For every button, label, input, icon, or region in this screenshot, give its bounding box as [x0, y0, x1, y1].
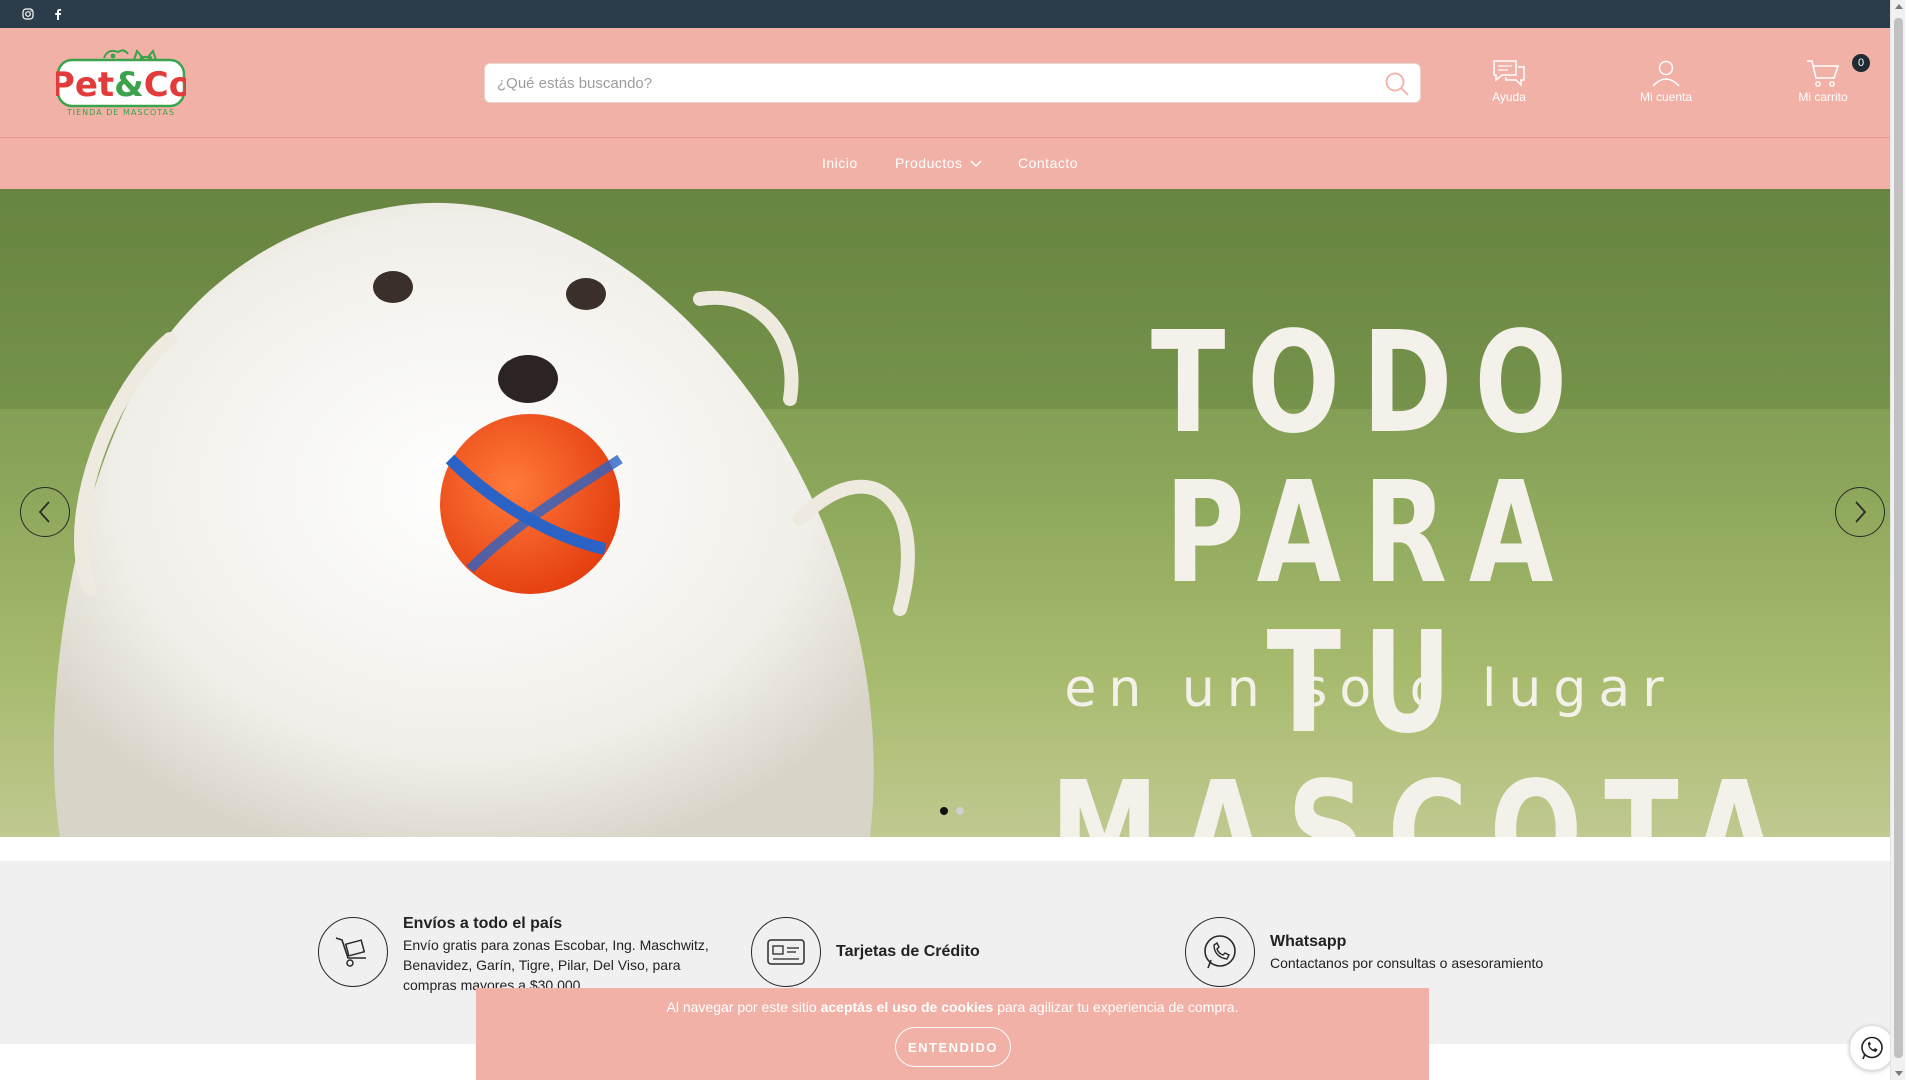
scroll-up-icon[interactable] [1895, 4, 1903, 9]
hero-headline: TODO PARA TU MASCOTA [1050, 302, 1799, 838]
search-icon[interactable] [1384, 71, 1410, 97]
user-icon [1652, 60, 1680, 87]
hero-headline-line2: TU MASCOTA [1050, 602, 1799, 838]
facebook-icon[interactable] [50, 6, 66, 22]
instagram-icon[interactable] [20, 6, 36, 22]
slider-next-button[interactable] [1835, 487, 1885, 537]
logo-tagline: TIENDA DE MASCOTAS [66, 108, 175, 117]
page-scrollbar[interactable] [1890, 0, 1905, 1080]
cart-count-badge: 0 [1852, 54, 1870, 72]
main-nav: Inicio Productos Contacto [0, 138, 1905, 189]
feature-desc: Contactanos por consultas o asesoramient… [1270, 955, 1544, 971]
feature-title: Whatsapp [1270, 933, 1347, 950]
search-box [484, 63, 1421, 103]
hero-slider: TODO PARA TU MASCOTA en un solo lugar [0, 189, 1905, 837]
cookie-text: Al navegar por este sitio aceptás el uso… [476, 999, 1429, 1015]
help-link[interactable]: Ayuda [1459, 58, 1559, 113]
hero-headline-line1: TODO PARA [1150, 302, 1590, 615]
account-link[interactable]: Mi cuenta [1616, 58, 1716, 113]
chevron-right-icon [1855, 501, 1867, 523]
chevron-down-icon [970, 160, 982, 168]
feature-desc: Envío gratis para zonas Escobar, Ing. Ma… [403, 937, 709, 993]
cookie-accept-button[interactable]: ENTENDIDO [895, 1027, 1011, 1067]
whatsapp-float-button[interactable] [1849, 1025, 1895, 1071]
whatsapp-icon [1185, 917, 1255, 987]
nav-item-productos-label: Productos [895, 155, 963, 171]
slider-dot[interactable] [940, 807, 948, 815]
hero-subtitle: en un solo lugar [1064, 659, 1676, 719]
cookie-text-before: Al navegar por este sitio [666, 999, 821, 1015]
whatsapp-icon [1861, 1036, 1883, 1060]
cart-delivery-icon [318, 917, 388, 987]
scroll-thumb[interactable] [1894, 18, 1903, 1058]
feature-title: Envíos a todo el país [403, 915, 563, 932]
chat-bubbles-icon [1493, 60, 1525, 87]
page: Pet&Co TIENDA DE MASCOTAS Ayuda [0, 0, 1905, 1080]
site-header: Pet&Co TIENDA DE MASCOTAS Ayuda [0, 28, 1905, 138]
slider-prev-button[interactable] [20, 487, 70, 537]
scroll-down-icon[interactable] [1895, 1071, 1903, 1076]
credit-card-icon [751, 917, 821, 987]
slider-dots [940, 807, 964, 815]
logo[interactable]: Pet&Co TIENDA DE MASCOTAS [50, 44, 192, 118]
feature-title: Tarjetas de Crédito [836, 943, 980, 960]
account-label: Mi cuenta [1639, 90, 1693, 104]
cookie-text-bold: aceptás el uso de cookies [820, 999, 994, 1015]
top-bar [0, 0, 1905, 28]
nav-item-contacto[interactable]: Contacto [1018, 155, 1078, 171]
logo-text: Pet&Co [56, 65, 186, 105]
cookie-banner: Al navegar por este sitio aceptás el uso… [476, 988, 1429, 1080]
search-input[interactable] [485, 64, 1365, 102]
nav-item-inicio[interactable]: Inicio [822, 155, 858, 171]
slider-dot[interactable] [956, 807, 964, 815]
cart-label: Mi carrito [1798, 90, 1848, 104]
shopping-cart-icon [1807, 60, 1840, 87]
chevron-left-icon [38, 501, 50, 523]
cookie-text-after: para agilizar tu experiencia de compra. [993, 999, 1239, 1015]
help-label: Ayuda [1492, 90, 1526, 104]
nav-item-productos[interactable]: Productos [895, 155, 982, 171]
